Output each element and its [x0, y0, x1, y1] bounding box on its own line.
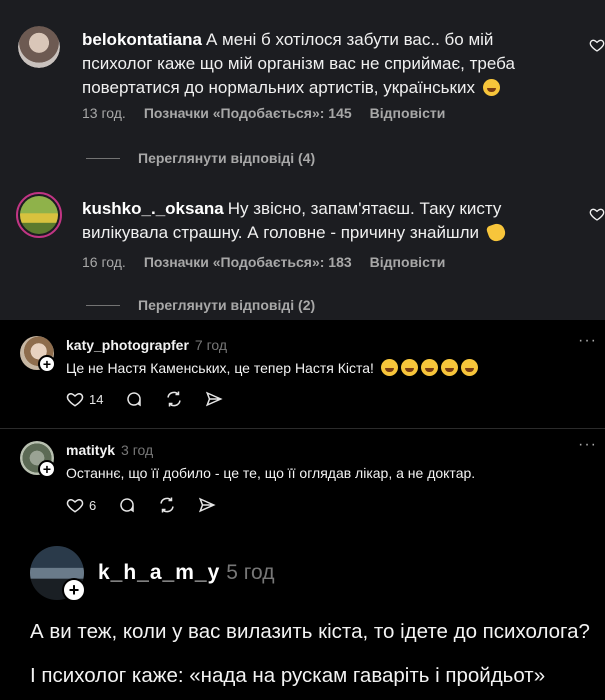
likes-count-link[interactable]: Позначки «Подобається»: 183	[144, 254, 352, 270]
post-text-line: А ви теж, коли у вас вилазить кіста, то …	[30, 620, 590, 643]
threads-comment: + katy_photograpfer 7 год ··· Це не Настя…	[0, 320, 605, 430]
likes-count-link[interactable]: Позначки «Подобається»: 145	[144, 105, 352, 121]
comment-meta: 13 год. Позначки «Подобається»: 145 Відп…	[82, 105, 445, 121]
like-count: 6	[89, 497, 97, 513]
laughing-emoji	[420, 359, 438, 376]
heart-icon	[66, 392, 84, 407]
comment-time: 3 год	[121, 442, 154, 458]
comment-meta: 16 год. Позначки «Подобається»: 183 Відп…	[82, 254, 445, 270]
heart-icon	[66, 498, 84, 513]
laughing-emoji	[380, 359, 398, 376]
more-options-icon[interactable]: ···	[578, 436, 597, 454]
avatar[interactable]	[18, 26, 60, 68]
comment-text: kushko_._oksana Ну звісно, запам'ятаєш. Т…	[82, 197, 552, 245]
follow-plus-icon[interactable]: +	[38, 355, 56, 373]
post-header: k_h_a_m_y 5 год	[98, 561, 274, 585]
like-button[interactable]: 14	[66, 390, 103, 408]
reply-button[interactable]: Відповісти	[370, 105, 446, 121]
comment-time: 16 год.	[82, 254, 126, 270]
comment-username[interactable]: katy_photograpfer	[66, 337, 189, 353]
laughing-emoji	[460, 359, 478, 376]
comment-icon[interactable]	[118, 496, 136, 514]
action-bar: 14	[66, 390, 224, 408]
comment-text: Останнє, що її добило - це те, що її огл…	[66, 465, 476, 481]
repost-icon[interactable]	[165, 390, 183, 408]
divider	[86, 304, 120, 306]
reply-button[interactable]: Відповісти	[370, 254, 446, 270]
avatar[interactable]: +	[20, 441, 56, 478]
avatar-story-ring[interactable]	[16, 192, 62, 238]
repost-icon[interactable]	[158, 496, 176, 514]
more-options-icon[interactable]: ···	[578, 332, 597, 350]
avatar[interactable]: +	[30, 546, 86, 602]
share-icon[interactable]	[198, 496, 216, 514]
view-replies-button[interactable]: Переглянути відповіді (4)	[86, 150, 315, 166]
post-username[interactable]: k_h_a_m_y	[98, 561, 220, 584]
heart-icon[interactable]	[589, 206, 605, 222]
follow-plus-icon[interactable]: +	[62, 578, 86, 602]
comment-header: matityk 3 год	[66, 442, 153, 458]
comment-text: Це не Настя Каменських, це тепер Настя К…	[66, 359, 478, 376]
comment-username[interactable]: matityk	[66, 442, 115, 458]
comment-icon[interactable]	[125, 390, 143, 408]
comment-header: katy_photograpfer 7 год	[66, 337, 227, 353]
follow-plus-icon[interactable]: +	[38, 460, 56, 478]
view-replies-button[interactable]: Переглянути відповіді (2)	[86, 297, 315, 313]
grinning-face-emoji	[482, 79, 500, 96]
comment-username[interactable]: belokontatiana	[82, 30, 202, 49]
like-count: 14	[89, 391, 104, 407]
share-icon[interactable]	[205, 390, 224, 408]
avatar[interactable]: +	[20, 336, 56, 373]
comment-time: 7 год	[194, 337, 228, 353]
threads-comment: + matityk 3 год ··· Останнє, що її добило…	[0, 428, 605, 528]
comment-username[interactable]: kushko_._oksana	[82, 199, 224, 218]
laughing-emoji	[400, 359, 418, 376]
post-text-line: І психолог каже: «нада на рускам гаваріт…	[30, 664, 546, 687]
comment-time: 13 год.	[82, 105, 126, 121]
divider	[86, 157, 120, 159]
laughing-emoji	[440, 359, 458, 376]
like-button[interactable]: 6	[66, 496, 96, 514]
instagram-comments-panel: belokontatiana А мені б хотілося забути в…	[0, 0, 605, 320]
heart-icon[interactable]	[589, 37, 605, 53]
comment-text: belokontatiana А мені б хотілося забути в…	[82, 30, 515, 97]
action-bar: 6	[66, 496, 216, 514]
post-time: 5 год	[226, 561, 275, 584]
clapping-hands-emoji	[485, 221, 508, 244]
